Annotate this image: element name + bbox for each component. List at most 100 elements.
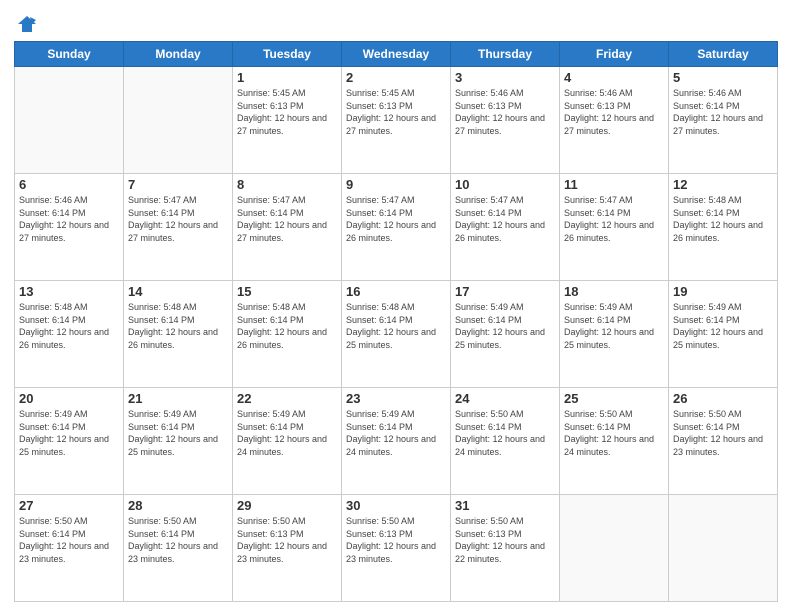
calendar-cell: 22 Sunrise: 5:49 AM Sunset: 6:14 PM Dayli… bbox=[233, 388, 342, 495]
day-number: 29 bbox=[237, 498, 337, 513]
day-number: 22 bbox=[237, 391, 337, 406]
calendar-week-row-4: 20 Sunrise: 5:49 AM Sunset: 6:14 PM Dayli… bbox=[15, 388, 778, 495]
day-number: 17 bbox=[455, 284, 555, 299]
day-number: 4 bbox=[564, 70, 664, 85]
day-number: 18 bbox=[564, 284, 664, 299]
calendar-cell: 21 Sunrise: 5:49 AM Sunset: 6:14 PM Dayli… bbox=[124, 388, 233, 495]
calendar-cell: 24 Sunrise: 5:50 AM Sunset: 6:14 PM Dayli… bbox=[451, 388, 560, 495]
calendar-cell: 6 Sunrise: 5:46 AM Sunset: 6:14 PM Daylig… bbox=[15, 174, 124, 281]
logo-bird-icon bbox=[16, 14, 38, 36]
day-number: 16 bbox=[346, 284, 446, 299]
calendar-cell: 10 Sunrise: 5:47 AM Sunset: 6:14 PM Dayli… bbox=[451, 174, 560, 281]
page: SundayMondayTuesdayWednesdayThursdayFrid… bbox=[0, 0, 792, 612]
day-number: 15 bbox=[237, 284, 337, 299]
day-info: Sunrise: 5:49 AM Sunset: 6:14 PM Dayligh… bbox=[455, 301, 555, 351]
calendar-cell: 27 Sunrise: 5:50 AM Sunset: 6:14 PM Dayli… bbox=[15, 495, 124, 602]
weekday-header-wednesday: Wednesday bbox=[342, 42, 451, 67]
day-info: Sunrise: 5:50 AM Sunset: 6:13 PM Dayligh… bbox=[346, 515, 446, 565]
day-info: Sunrise: 5:47 AM Sunset: 6:14 PM Dayligh… bbox=[128, 194, 228, 244]
day-info: Sunrise: 5:46 AM Sunset: 6:13 PM Dayligh… bbox=[455, 87, 555, 137]
calendar-cell: 9 Sunrise: 5:47 AM Sunset: 6:14 PM Daylig… bbox=[342, 174, 451, 281]
calendar-cell: 28 Sunrise: 5:50 AM Sunset: 6:14 PM Dayli… bbox=[124, 495, 233, 602]
day-number: 1 bbox=[237, 70, 337, 85]
day-number: 21 bbox=[128, 391, 228, 406]
day-number: 3 bbox=[455, 70, 555, 85]
calendar-cell: 30 Sunrise: 5:50 AM Sunset: 6:13 PM Dayli… bbox=[342, 495, 451, 602]
calendar-cell: 2 Sunrise: 5:45 AM Sunset: 6:13 PM Daylig… bbox=[342, 67, 451, 174]
calendar-cell: 4 Sunrise: 5:46 AM Sunset: 6:13 PM Daylig… bbox=[560, 67, 669, 174]
calendar-cell: 19Sunrise: 5:49 AM Sunset: 6:14 PM Dayli… bbox=[669, 281, 778, 388]
calendar-cell: 8 Sunrise: 5:47 AM Sunset: 6:14 PM Daylig… bbox=[233, 174, 342, 281]
day-info: Sunrise: 5:49 AM Sunset: 6:14 PM Dayligh… bbox=[128, 408, 228, 458]
calendar-week-row-1: 1 Sunrise: 5:45 AM Sunset: 6:13 PM Daylig… bbox=[15, 67, 778, 174]
header bbox=[14, 10, 778, 37]
day-info: Sunrise: 5:50 AM Sunset: 6:14 PM Dayligh… bbox=[19, 515, 119, 565]
day-number: 20 bbox=[19, 391, 119, 406]
day-number: 10 bbox=[455, 177, 555, 192]
calendar-cell: 23Sunrise: 5:49 AM Sunset: 6:14 PM Dayli… bbox=[342, 388, 451, 495]
day-info: Sunrise: 5:45 AM Sunset: 6:13 PM Dayligh… bbox=[346, 87, 446, 137]
day-number: 6 bbox=[19, 177, 119, 192]
day-info: Sunrise: 5:46 AM Sunset: 6:13 PM Dayligh… bbox=[564, 87, 664, 137]
day-number: 13 bbox=[19, 284, 119, 299]
day-info: Sunrise: 5:50 AM Sunset: 6:14 PM Dayligh… bbox=[564, 408, 664, 458]
day-info: Sunrise: 5:47 AM Sunset: 6:14 PM Dayligh… bbox=[564, 194, 664, 244]
day-info: Sunrise: 5:50 AM Sunset: 6:13 PM Dayligh… bbox=[455, 515, 555, 565]
day-info: Sunrise: 5:45 AM Sunset: 6:13 PM Dayligh… bbox=[237, 87, 337, 137]
day-info: Sunrise: 5:49 AM Sunset: 6:14 PM Dayligh… bbox=[346, 408, 446, 458]
calendar-cell: 29 Sunrise: 5:50 AM Sunset: 6:13 PM Dayli… bbox=[233, 495, 342, 602]
day-number: 11 bbox=[564, 177, 664, 192]
day-info: Sunrise: 5:49 AM Sunset: 6:14 PM Dayligh… bbox=[237, 408, 337, 458]
calendar-table: SundayMondayTuesdayWednesdayThursdayFrid… bbox=[14, 41, 778, 602]
calendar-cell: 11 Sunrise: 5:47 AM Sunset: 6:14 PM Dayli… bbox=[560, 174, 669, 281]
day-info: Sunrise: 5:50 AM Sunset: 6:13 PM Dayligh… bbox=[237, 515, 337, 565]
day-info: Sunrise: 5:48 AM Sunset: 6:14 PM Dayligh… bbox=[237, 301, 337, 351]
title-section bbox=[48, 10, 778, 12]
day-number: 7 bbox=[128, 177, 228, 192]
calendar-cell: 1 Sunrise: 5:45 AM Sunset: 6:13 PM Daylig… bbox=[233, 67, 342, 174]
day-info: Sunrise: 5:46 AM Sunset: 6:14 PM Dayligh… bbox=[673, 87, 773, 137]
calendar-cell: 18Sunrise: 5:49 AM Sunset: 6:14 PM Dayli… bbox=[560, 281, 669, 388]
calendar-cell bbox=[124, 67, 233, 174]
day-number: 9 bbox=[346, 177, 446, 192]
day-number: 27 bbox=[19, 498, 119, 513]
day-info: Sunrise: 5:48 AM Sunset: 6:14 PM Dayligh… bbox=[19, 301, 119, 351]
calendar-cell: 14Sunrise: 5:48 AM Sunset: 6:14 PM Dayli… bbox=[124, 281, 233, 388]
calendar-cell: 25Sunrise: 5:50 AM Sunset: 6:14 PM Dayli… bbox=[560, 388, 669, 495]
calendar-cell: 5 Sunrise: 5:46 AM Sunset: 6:14 PM Daylig… bbox=[669, 67, 778, 174]
day-number: 24 bbox=[455, 391, 555, 406]
day-number: 8 bbox=[237, 177, 337, 192]
day-number: 5 bbox=[673, 70, 773, 85]
calendar-cell: 3 Sunrise: 5:46 AM Sunset: 6:13 PM Daylig… bbox=[451, 67, 560, 174]
calendar-week-row-2: 6 Sunrise: 5:46 AM Sunset: 6:14 PM Daylig… bbox=[15, 174, 778, 281]
calendar-cell: 13 Sunrise: 5:48 AM Sunset: 6:14 PM Dayli… bbox=[15, 281, 124, 388]
day-info: Sunrise: 5:47 AM Sunset: 6:14 PM Dayligh… bbox=[346, 194, 446, 244]
logo bbox=[14, 14, 38, 37]
day-info: Sunrise: 5:47 AM Sunset: 6:14 PM Dayligh… bbox=[237, 194, 337, 244]
weekday-header-saturday: Saturday bbox=[669, 42, 778, 67]
day-info: Sunrise: 5:48 AM Sunset: 6:14 PM Dayligh… bbox=[673, 194, 773, 244]
day-info: Sunrise: 5:46 AM Sunset: 6:14 PM Dayligh… bbox=[19, 194, 119, 244]
day-info: Sunrise: 5:50 AM Sunset: 6:14 PM Dayligh… bbox=[128, 515, 228, 565]
calendar-cell: 7 Sunrise: 5:47 AM Sunset: 6:14 PM Daylig… bbox=[124, 174, 233, 281]
day-number: 12 bbox=[673, 177, 773, 192]
calendar-cell: 20Sunrise: 5:49 AM Sunset: 6:14 PM Dayli… bbox=[15, 388, 124, 495]
weekday-header-thursday: Thursday bbox=[451, 42, 560, 67]
day-info: Sunrise: 5:50 AM Sunset: 6:14 PM Dayligh… bbox=[455, 408, 555, 458]
day-info: Sunrise: 5:50 AM Sunset: 6:14 PM Dayligh… bbox=[673, 408, 773, 458]
day-number: 28 bbox=[128, 498, 228, 513]
calendar-cell: 16 Sunrise: 5:48 AM Sunset: 6:14 PM Dayli… bbox=[342, 281, 451, 388]
calendar-cell: 12 Sunrise: 5:48 AM Sunset: 6:14 PM Dayli… bbox=[669, 174, 778, 281]
day-number: 2 bbox=[346, 70, 446, 85]
calendar-week-row-5: 27 Sunrise: 5:50 AM Sunset: 6:14 PM Dayli… bbox=[15, 495, 778, 602]
calendar-week-row-3: 13 Sunrise: 5:48 AM Sunset: 6:14 PM Dayli… bbox=[15, 281, 778, 388]
weekday-header-sunday: Sunday bbox=[15, 42, 124, 67]
calendar-cell: 26Sunrise: 5:50 AM Sunset: 6:14 PM Dayli… bbox=[669, 388, 778, 495]
weekday-header-monday: Monday bbox=[124, 42, 233, 67]
day-info: Sunrise: 5:48 AM Sunset: 6:14 PM Dayligh… bbox=[346, 301, 446, 351]
day-info: Sunrise: 5:47 AM Sunset: 6:14 PM Dayligh… bbox=[455, 194, 555, 244]
day-number: 30 bbox=[346, 498, 446, 513]
calendar-cell: 31Sunrise: 5:50 AM Sunset: 6:13 PM Dayli… bbox=[451, 495, 560, 602]
weekday-header-friday: Friday bbox=[560, 42, 669, 67]
weekday-header-tuesday: Tuesday bbox=[233, 42, 342, 67]
